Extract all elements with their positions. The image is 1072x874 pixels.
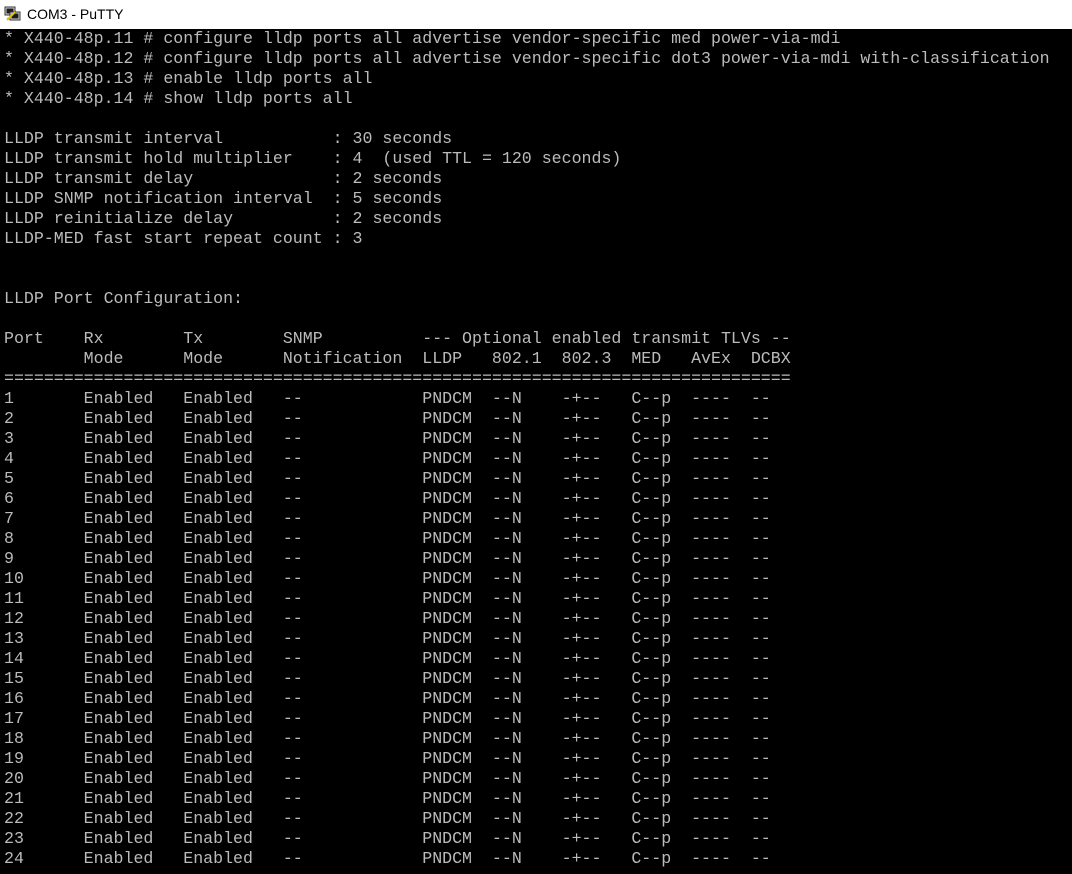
terminal-line: 16 Enabled Enabled -- PNDCM --N -+-- C--… bbox=[4, 689, 771, 708]
terminal-line: 3 Enabled Enabled -- PNDCM --N -+-- C--p… bbox=[4, 429, 771, 448]
terminal-line: 7 Enabled Enabled -- PNDCM --N -+-- C--p… bbox=[4, 509, 771, 528]
terminal-line: LLDP transmit interval : 30 seconds bbox=[4, 129, 453, 148]
terminal-screen[interactable]: * X440-48p.11 # configure lldp ports all… bbox=[0, 29, 1072, 874]
terminal-line: Port Rx Tx SNMP --- Optional enabled tra… bbox=[4, 329, 791, 348]
title-bar[interactable]: COM3 - PuTTY bbox=[0, 0, 1072, 29]
terminal-line: 9 Enabled Enabled -- PNDCM --N -+-- C--p… bbox=[4, 549, 771, 568]
terminal-line: 24 Enabled Enabled -- PNDCM --N -+-- C--… bbox=[4, 849, 771, 868]
terminal-line: 5 Enabled Enabled -- PNDCM --N -+-- C--p… bbox=[4, 469, 771, 488]
terminal-line: * X440-48p.12 # configure lldp ports all… bbox=[4, 49, 1050, 68]
terminal-output: * X440-48p.11 # configure lldp ports all… bbox=[4, 29, 1050, 869]
terminal-line: Mode Mode Notification LLDP 802.1 802.3 … bbox=[4, 349, 791, 368]
terminal-line: 6 Enabled Enabled -- PNDCM --N -+-- C--p… bbox=[4, 489, 771, 508]
terminal-line: LLDP-MED fast start repeat count : 3 bbox=[4, 229, 363, 248]
terminal-line: * X440-48p.11 # configure lldp ports all… bbox=[4, 29, 841, 48]
terminal-line: * X440-48p.13 # enable lldp ports all bbox=[4, 69, 373, 88]
terminal-line: 4 Enabled Enabled -- PNDCM --N -+-- C--p… bbox=[4, 449, 771, 468]
terminal-line: LLDP transmit hold multiplier : 4 (used … bbox=[4, 149, 622, 168]
putty-icon[interactable] bbox=[4, 6, 22, 22]
terminal-line: 22 Enabled Enabled -- PNDCM --N -+-- C--… bbox=[4, 809, 771, 828]
terminal-line: LLDP transmit delay : 2 seconds bbox=[4, 169, 443, 188]
terminal-line: LLDP Port Configuration: bbox=[4, 289, 243, 308]
terminal-line: 13 Enabled Enabled -- PNDCM --N -+-- C--… bbox=[4, 629, 771, 648]
terminal-line: 2 Enabled Enabled -- PNDCM --N -+-- C--p… bbox=[4, 409, 771, 428]
terminal-line: 17 Enabled Enabled -- PNDCM --N -+-- C--… bbox=[4, 709, 771, 728]
terminal-line: * X440-48p.14 # show lldp ports all bbox=[4, 89, 353, 108]
window-title: COM3 - PuTTY bbox=[27, 6, 124, 22]
terminal-line: 18 Enabled Enabled -- PNDCM --N -+-- C--… bbox=[4, 729, 771, 748]
terminal-line: 8 Enabled Enabled -- PNDCM --N -+-- C--p… bbox=[4, 529, 771, 548]
terminal-line: LLDP reinitialize delay : 2 seconds bbox=[4, 209, 443, 228]
terminal-line: 11 Enabled Enabled -- PNDCM --N -+-- C--… bbox=[4, 589, 771, 608]
terminal-line: 1 Enabled Enabled -- PNDCM --N -+-- C--p… bbox=[4, 389, 771, 408]
terminal-line: 14 Enabled Enabled -- PNDCM --N -+-- C--… bbox=[4, 649, 771, 668]
terminal-line: 15 Enabled Enabled -- PNDCM --N -+-- C--… bbox=[4, 669, 771, 688]
terminal-line: 19 Enabled Enabled -- PNDCM --N -+-- C--… bbox=[4, 749, 771, 768]
terminal-line: 10 Enabled Enabled -- PNDCM --N -+-- C--… bbox=[4, 569, 771, 588]
terminal-line: 12 Enabled Enabled -- PNDCM --N -+-- C--… bbox=[4, 609, 771, 628]
terminal-line: 21 Enabled Enabled -- PNDCM --N -+-- C--… bbox=[4, 789, 771, 808]
terminal-line: ========================================… bbox=[4, 369, 791, 388]
terminal-line: 20 Enabled Enabled -- PNDCM --N -+-- C--… bbox=[4, 769, 771, 788]
terminal-line: LLDP SNMP notification interval : 5 seco… bbox=[4, 189, 443, 208]
terminal-line: 23 Enabled Enabled -- PNDCM --N -+-- C--… bbox=[4, 829, 771, 848]
